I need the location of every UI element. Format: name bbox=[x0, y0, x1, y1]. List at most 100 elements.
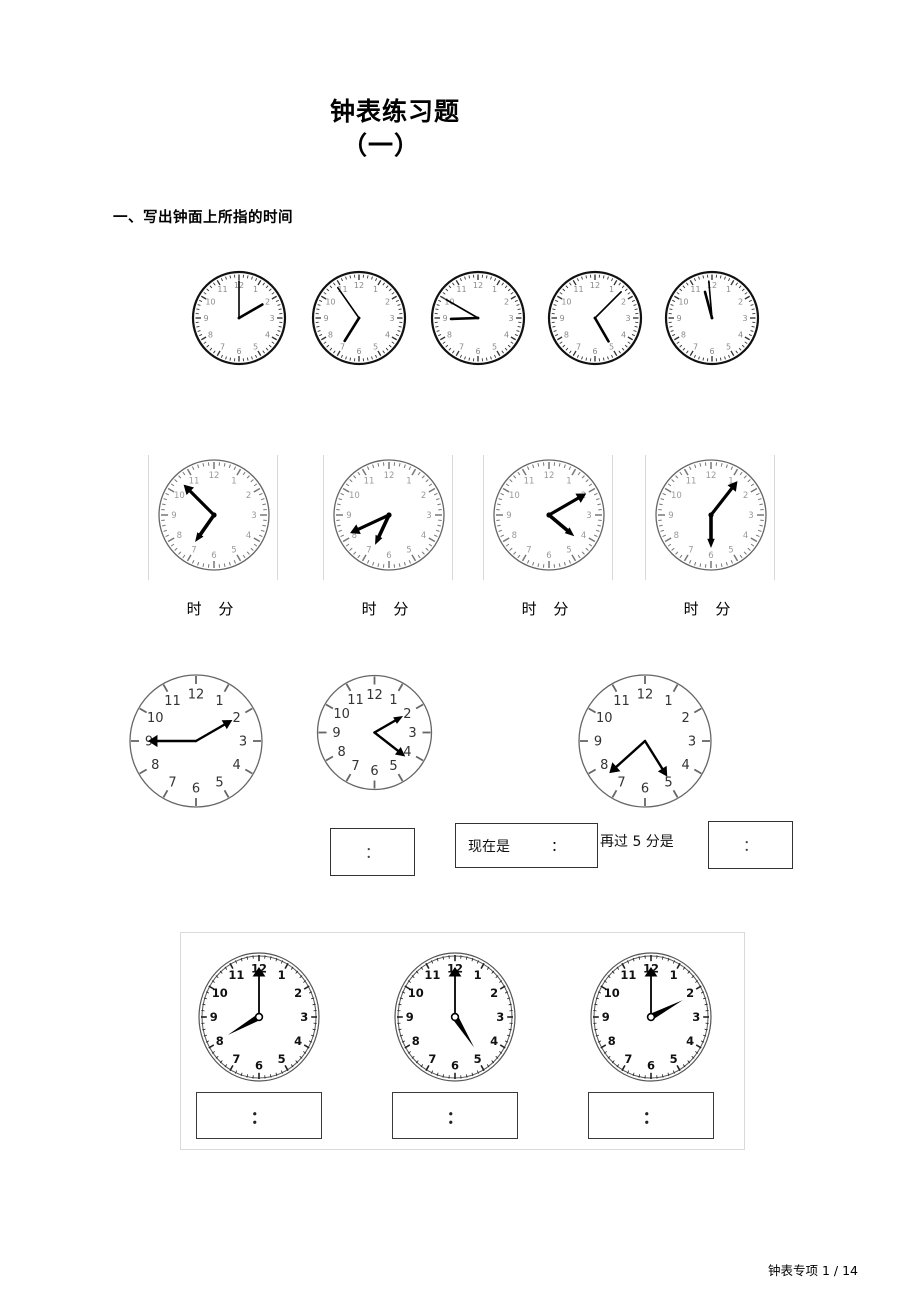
clock-face-r4c2: 121234567891011 bbox=[394, 952, 516, 1082]
analog-clock: 121234567891011 bbox=[662, 268, 762, 368]
svg-text:5: 5 bbox=[373, 342, 378, 351]
svg-text:2: 2 bbox=[385, 297, 390, 306]
answer-box-r4c2[interactable]: ： bbox=[392, 1092, 518, 1139]
svg-text:5: 5 bbox=[406, 546, 411, 556]
svg-text:9: 9 bbox=[171, 511, 176, 521]
svg-text:2: 2 bbox=[738, 297, 743, 306]
svg-text:5: 5 bbox=[726, 342, 731, 351]
svg-text:3: 3 bbox=[300, 1010, 308, 1024]
clock-cell-frame: 121234567891011 bbox=[645, 455, 775, 580]
svg-text:5: 5 bbox=[215, 775, 223, 790]
svg-text:12: 12 bbox=[384, 471, 395, 481]
svg-text:10: 10 bbox=[509, 491, 520, 501]
answer-label-hour-minute: 时 分 bbox=[683, 600, 737, 618]
svg-text:9: 9 bbox=[203, 314, 208, 323]
svg-text:11: 11 bbox=[686, 476, 697, 486]
svg-text:2: 2 bbox=[246, 491, 251, 501]
svg-text:2: 2 bbox=[294, 986, 302, 1000]
answer-box-r4c1[interactable]: ： bbox=[196, 1092, 322, 1139]
svg-text:5: 5 bbox=[728, 546, 733, 556]
now-time-box[interactable]: 现在是 ： bbox=[455, 823, 598, 868]
svg-text:7: 7 bbox=[526, 546, 531, 556]
svg-text:5: 5 bbox=[670, 1052, 678, 1066]
svg-text:10: 10 bbox=[349, 491, 360, 501]
svg-text:1: 1 bbox=[406, 476, 411, 486]
svg-text:8: 8 bbox=[328, 330, 333, 339]
page-title: 钟表练习题 （一） bbox=[330, 95, 460, 163]
svg-text:6: 6 bbox=[708, 551, 713, 561]
svg-text:5: 5 bbox=[253, 342, 258, 351]
answer-colon: ： bbox=[364, 843, 380, 862]
svg-text:6: 6 bbox=[641, 782, 649, 797]
svg-text:5: 5 bbox=[278, 1052, 286, 1066]
svg-text:1: 1 bbox=[726, 285, 731, 294]
svg-text:12: 12 bbox=[706, 471, 717, 481]
svg-text:11: 11 bbox=[524, 476, 535, 486]
clock-face-r3c3: 12 12 3 456 78 9 1011 bbox=[578, 674, 712, 808]
svg-text:11: 11 bbox=[573, 285, 583, 294]
svg-text:4: 4 bbox=[265, 330, 270, 339]
svg-text:3: 3 bbox=[692, 1010, 700, 1024]
svg-text:2: 2 bbox=[233, 711, 241, 726]
svg-text:6: 6 bbox=[386, 551, 391, 561]
svg-text:10: 10 bbox=[147, 711, 164, 726]
answer-colon: ： bbox=[250, 1108, 268, 1128]
clock-cell: 121234567891011 ： bbox=[392, 950, 518, 1144]
svg-text:1: 1 bbox=[474, 968, 482, 982]
now-label: 现在是 bbox=[468, 838, 510, 855]
svg-text:7: 7 bbox=[351, 759, 359, 774]
svg-text:1: 1 bbox=[609, 285, 614, 294]
svg-text:10: 10 bbox=[174, 491, 185, 501]
svg-text:3: 3 bbox=[251, 511, 256, 521]
analog-clock: 121234567891011 bbox=[572, 668, 718, 814]
svg-text:12: 12 bbox=[188, 688, 205, 703]
clock-face-r4c1: 121234567891011 bbox=[198, 952, 320, 1082]
svg-text:10: 10 bbox=[212, 986, 228, 1000]
svg-text:8: 8 bbox=[151, 758, 159, 773]
svg-text:4: 4 bbox=[621, 330, 626, 339]
clock-face-r1c1: 121234567891011 bbox=[191, 270, 287, 366]
svg-text:10: 10 bbox=[205, 297, 215, 306]
clock-cell: 121234567891011 时 分 bbox=[483, 455, 613, 635]
svg-text:4: 4 bbox=[504, 330, 509, 339]
answer-box-row3-clock2[interactable]: ： bbox=[330, 828, 415, 876]
svg-text:9: 9 bbox=[323, 314, 328, 323]
answer-label-hour-minute: 时 分 bbox=[361, 600, 415, 618]
svg-text:7: 7 bbox=[576, 342, 581, 351]
svg-text:2: 2 bbox=[421, 491, 426, 501]
svg-text:5: 5 bbox=[492, 342, 497, 351]
svg-text:3: 3 bbox=[426, 511, 431, 521]
clock-face-r1c4: 12 12 3 45 6 789 1011 bbox=[547, 270, 643, 366]
svg-text:2: 2 bbox=[265, 297, 270, 306]
svg-text:3: 3 bbox=[748, 511, 753, 521]
worksheet-page: 钟表练习题 （一） 一、写出钟面上所指的时间 121234567891011 1… bbox=[0, 0, 920, 1303]
svg-text:4: 4 bbox=[686, 1034, 694, 1048]
svg-text:9: 9 bbox=[559, 314, 564, 323]
plus-five-minutes-text: 再过 5 分是 bbox=[600, 834, 674, 850]
clock-face-r2c3: 121234567891011 bbox=[493, 459, 605, 571]
svg-text:3: 3 bbox=[508, 314, 513, 323]
svg-text:8: 8 bbox=[564, 330, 569, 339]
svg-text:3: 3 bbox=[742, 314, 747, 323]
svg-text:6: 6 bbox=[592, 347, 597, 356]
svg-text:6: 6 bbox=[475, 347, 480, 356]
svg-text:5: 5 bbox=[474, 1052, 482, 1066]
answer-box-r4c3[interactable]: ： bbox=[588, 1092, 714, 1139]
svg-text:5: 5 bbox=[664, 775, 672, 790]
svg-text:11: 11 bbox=[456, 285, 466, 294]
svg-text:9: 9 bbox=[406, 1010, 414, 1024]
svg-text:9: 9 bbox=[602, 1010, 610, 1024]
svg-text:7: 7 bbox=[340, 342, 345, 351]
analog-clock: 121234567891011 bbox=[309, 268, 409, 368]
svg-text:6: 6 bbox=[236, 347, 241, 356]
svg-text:3: 3 bbox=[389, 314, 394, 323]
svg-text:3: 3 bbox=[496, 1010, 504, 1024]
analog-clock: 121234567891011 bbox=[189, 268, 289, 368]
section-1-heading: 一、写出钟面上所指的时间 bbox=[113, 210, 293, 226]
svg-text:4: 4 bbox=[743, 531, 748, 541]
clock-cell-frame: 121234567891011 bbox=[148, 455, 278, 580]
svg-text:7: 7 bbox=[617, 775, 625, 790]
svg-text:10: 10 bbox=[408, 986, 424, 1000]
answer-box-plus-five[interactable]: ： bbox=[708, 821, 793, 869]
analog-clock: 121234567891011 bbox=[428, 268, 528, 368]
